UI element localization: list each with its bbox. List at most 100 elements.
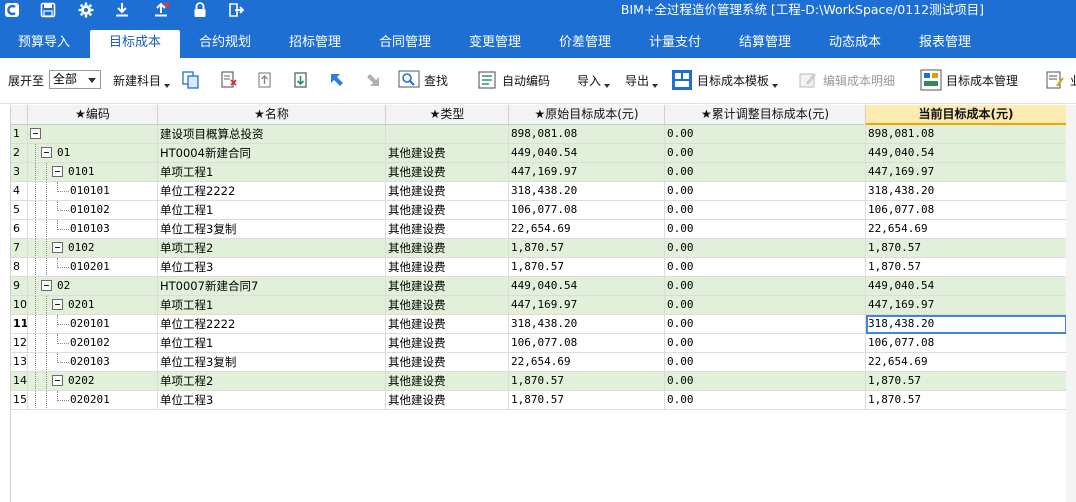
adjusted-cost-cell[interactable]: 0.00: [665, 315, 866, 334]
type-cell[interactable]: 其他建设费: [386, 182, 509, 201]
row-number[interactable]: 7: [11, 239, 28, 258]
current-cost-cell[interactable]: 447,169.97: [866, 163, 1067, 182]
original-cost-cell[interactable]: 22,654.69: [509, 220, 665, 239]
exit-icon[interactable]: [224, 0, 248, 20]
current-cost-cell[interactable]: 1,870.57: [866, 372, 1067, 391]
current-cost-cell[interactable]: 1,870.57: [866, 258, 1067, 277]
adjusted-cost-cell[interactable]: 0.00: [665, 201, 866, 220]
adjusted-cost-cell[interactable]: 0.00: [665, 258, 866, 277]
name-cell[interactable]: 单项工程2: [158, 372, 386, 391]
code-cell[interactable]: 0201: [28, 296, 158, 315]
type-cell[interactable]: 其他建设费: [386, 353, 509, 372]
original-cost-cell[interactable]: 898,081.08: [509, 125, 665, 144]
row-number[interactable]: 10: [11, 296, 28, 315]
type-cell[interactable]: 其他建设费: [386, 220, 509, 239]
tab-reports[interactable]: 报表管理: [902, 30, 988, 58]
current-cost-cell[interactable]: 106,077.08: [866, 334, 1067, 353]
move-down-button[interactable]: [290, 66, 316, 94]
original-cost-cell[interactable]: 106,077.08: [509, 334, 665, 353]
type-cell[interactable]: 其他建设费: [386, 258, 509, 277]
row-number[interactable]: 1: [11, 125, 28, 144]
original-cost-cell[interactable]: 449,040.54: [509, 277, 665, 296]
gear-icon[interactable]: [74, 0, 98, 20]
table-row[interactable]: 3 0101 单项工程1 其他建设费 447,169.97 0.00 447,169.97: [11, 163, 1076, 182]
type-cell[interactable]: 其他建设费: [386, 372, 509, 391]
name-cell[interactable]: 单位工程3: [158, 258, 386, 277]
row-number[interactable]: 15: [11, 391, 28, 410]
auto-code-button[interactable]: 自动编码: [476, 66, 550, 94]
original-cost-cell[interactable]: 318,438.20: [509, 182, 665, 201]
original-cost-cell[interactable]: 1,870.57: [509, 239, 665, 258]
current-cost-cell[interactable]: 449,040.54: [866, 144, 1067, 163]
upgrade-level-button[interactable]: [326, 66, 352, 94]
adjusted-cost-cell[interactable]: 0.00: [665, 239, 866, 258]
tab-change[interactable]: 变更管理: [452, 30, 538, 58]
table-row[interactable]: 15 020201 单位工程3 其他建设费 1,870.57 0.00 1,870.57: [11, 391, 1076, 410]
row-number[interactable]: 8: [11, 258, 28, 277]
adjusted-cost-cell[interactable]: 0.00: [665, 125, 866, 144]
type-cell[interactable]: [386, 125, 509, 144]
tab-price-diff[interactable]: 价差管理: [542, 30, 628, 58]
type-cell[interactable]: 其他建设费: [386, 144, 509, 163]
find-button[interactable]: 查找: [398, 66, 448, 94]
export-button[interactable]: 导出: [625, 66, 659, 94]
code-cell[interactable]: 0102: [28, 239, 158, 258]
tab-target-cost[interactable]: 目标成本: [90, 30, 180, 58]
copy-row-button[interactable]: [180, 66, 206, 94]
adjusted-cost-cell[interactable]: 0.00: [665, 163, 866, 182]
import-button[interactable]: 导入: [577, 66, 611, 94]
adjusted-cost-cell[interactable]: 0.00: [665, 334, 866, 353]
code-cell[interactable]: 01: [28, 144, 158, 163]
type-cell[interactable]: 其他建设费: [386, 391, 509, 410]
table-row[interactable]: 10 0201 单项工程1 其他建设费 447,169.97 0.00 447,169.97: [11, 296, 1076, 315]
name-cell[interactable]: HT0007新建合同7: [158, 277, 386, 296]
tab-dynamic-cost[interactable]: 动态成本: [812, 30, 898, 58]
table-row[interactable]: 5 010102 单位工程1 其他建设费 106,077.08 0.00 106,077.0…: [11, 201, 1076, 220]
adjusted-cost-cell[interactable]: 0.00: [665, 391, 866, 410]
row-number[interactable]: 2: [11, 144, 28, 163]
table-row[interactable]: 1 建设项目概算总投资 898,081.08 0.00 898,081.08: [11, 125, 1076, 144]
current-cost-cell[interactable]: 22,654.69: [866, 353, 1067, 372]
row-number[interactable]: 4: [11, 182, 28, 201]
type-cell[interactable]: 其他建设费: [386, 163, 509, 182]
type-cell[interactable]: 其他建设费: [386, 201, 509, 220]
adjusted-cost-cell[interactable]: 0.00: [665, 220, 866, 239]
code-cell[interactable]: 020101: [28, 315, 158, 334]
adjusted-cost-cell[interactable]: 0.00: [665, 144, 866, 163]
current-cost-cell[interactable]: 449,040.54: [866, 277, 1067, 296]
adjusted-cost-cell[interactable]: 0.00: [665, 277, 866, 296]
name-cell[interactable]: 建设项目概算总投资: [158, 125, 386, 144]
current-cost-cell[interactable]: 106,077.08: [866, 201, 1067, 220]
header-adjusted-cost[interactable]: ★累计调整目标成本(元): [665, 105, 866, 125]
row-number[interactable]: 14: [11, 372, 28, 391]
name-cell[interactable]: 单位工程2222: [158, 315, 386, 334]
header-current-cost[interactable]: 当前目标成本(元): [866, 105, 1067, 125]
original-cost-cell[interactable]: 22,654.69: [509, 353, 665, 372]
name-cell[interactable]: 单位工程3复制: [158, 353, 386, 372]
header-type[interactable]: ★类型: [386, 105, 509, 125]
collapse-toggle-icon[interactable]: [41, 280, 52, 291]
current-cost-cell[interactable]: 318,438.20: [866, 315, 1067, 334]
original-cost-cell[interactable]: 449,040.54: [509, 144, 665, 163]
type-cell[interactable]: 其他建设费: [386, 296, 509, 315]
code-cell[interactable]: 020201: [28, 391, 158, 410]
code-cell[interactable]: 020102: [28, 334, 158, 353]
code-cell[interactable]: 010101: [28, 182, 158, 201]
code-cell[interactable]: 010201: [28, 258, 158, 277]
table-row[interactable]: 6 010103 单位工程3复制 其他建设费 22,654.69 0.00 22,654.6…: [11, 220, 1076, 239]
type-cell[interactable]: 其他建设费: [386, 239, 509, 258]
name-cell[interactable]: 单项工程2: [158, 239, 386, 258]
row-number[interactable]: 13: [11, 353, 28, 372]
adjusted-cost-cell[interactable]: 0.00: [665, 353, 866, 372]
row-number[interactable]: 9: [11, 277, 28, 296]
current-cost-cell[interactable]: 22,654.69: [866, 220, 1067, 239]
table-row[interactable]: 2 01 HT0004新建合同 其他建设费 449,040.54 0.00 449,040.…: [11, 144, 1076, 163]
tab-bidding[interactable]: 招标管理: [272, 30, 358, 58]
more-toolbar-button[interactable]: 业: [1044, 66, 1076, 94]
table-row[interactable]: 12 020102 单位工程1 其他建设费 106,077.08 0.00 106,077.…: [11, 334, 1076, 353]
original-cost-cell[interactable]: 1,870.57: [509, 258, 665, 277]
collapse-toggle-icon[interactable]: [52, 166, 63, 177]
tab-contract[interactable]: 合同管理: [362, 30, 448, 58]
original-cost-cell[interactable]: 447,169.97: [509, 296, 665, 315]
table-row[interactable]: 14 0202 单项工程2 其他建设费 1,870.57 0.00 1,870.57: [11, 372, 1076, 391]
